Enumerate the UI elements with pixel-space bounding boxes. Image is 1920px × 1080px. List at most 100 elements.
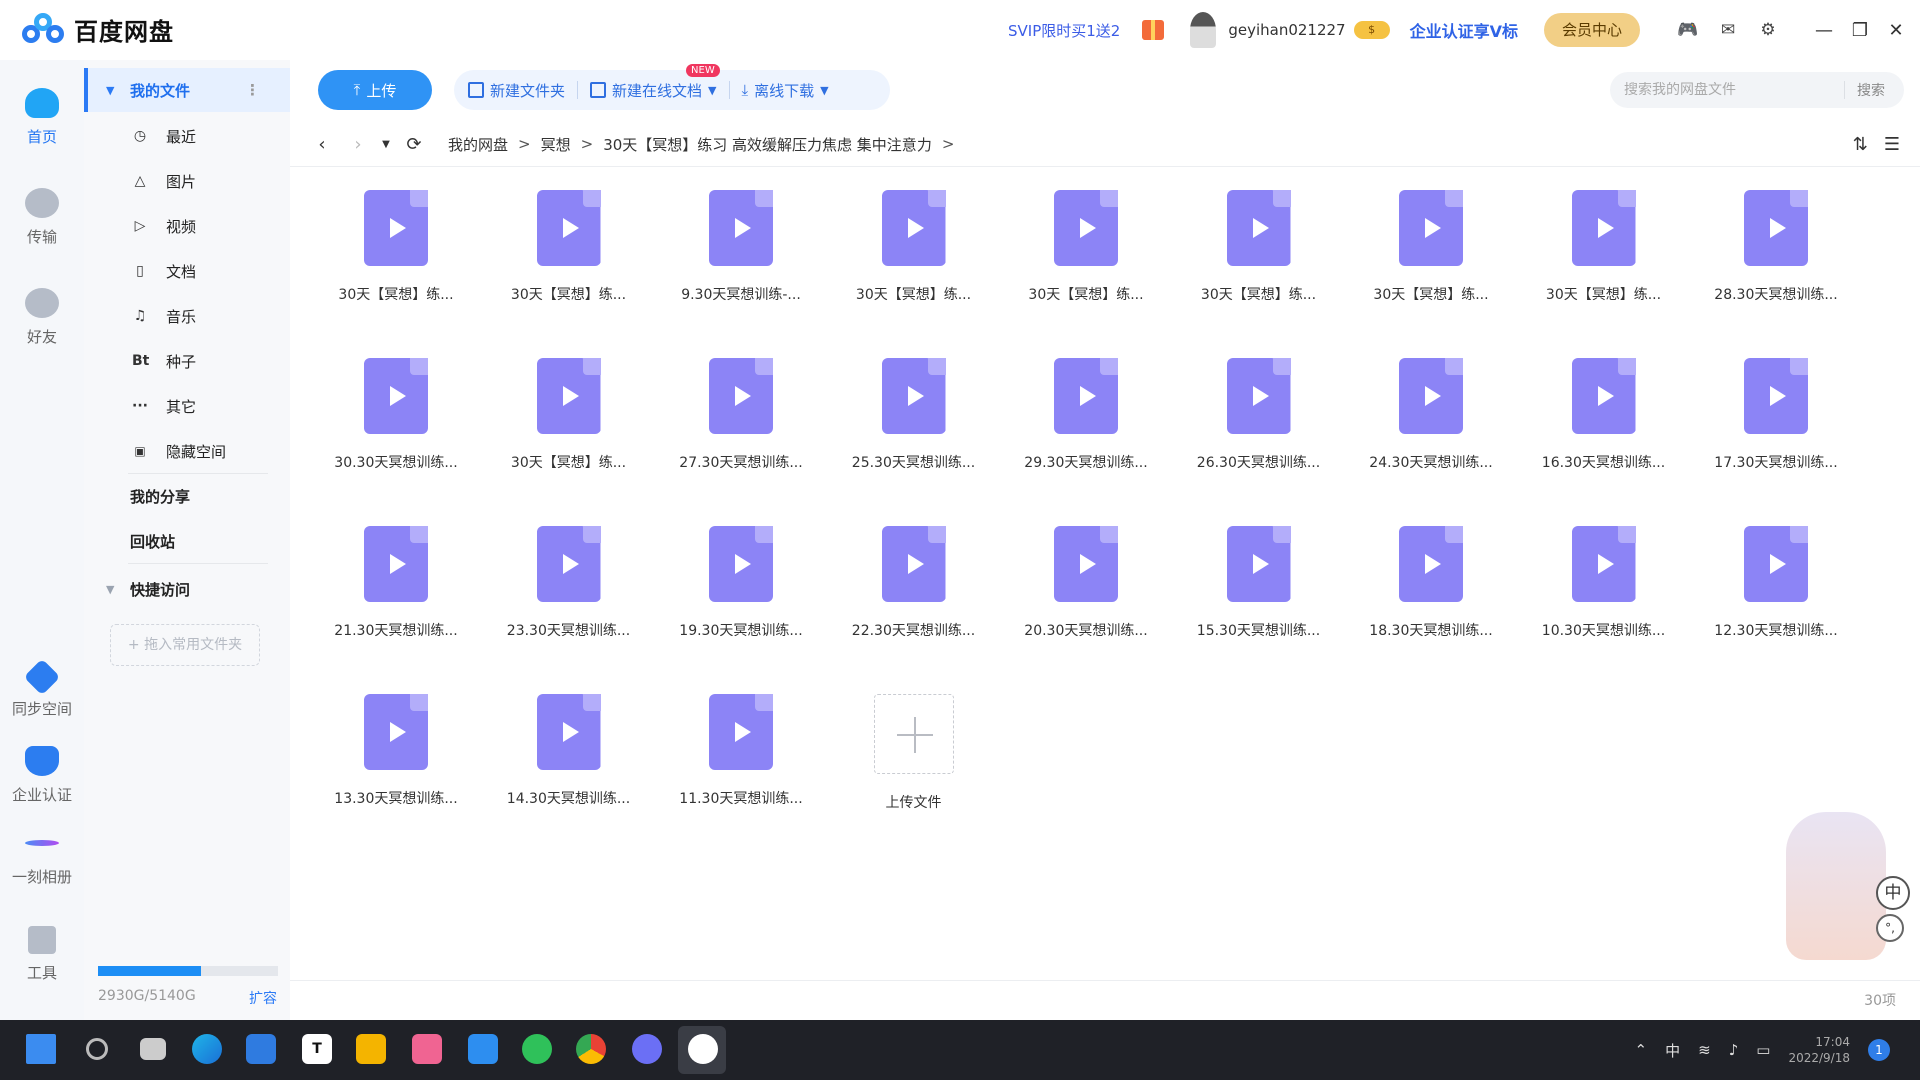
breadcrumb-separator[interactable]: > [942,135,955,153]
search-button[interactable]: 搜索 [1845,80,1885,100]
refresh-icon[interactable]: ⟳ [396,134,432,155]
sidebar-item-recycle-bin[interactable]: 回收站 [84,519,290,563]
sidebar-item-videos[interactable]: ▷ 视频 [84,204,290,248]
avatar[interactable] [1190,12,1217,48]
sidebar-item-images[interactable]: △ 图片 [84,159,290,203]
video-file-item[interactable]: 22.30天冥想训练... [836,526,992,666]
video-file-item[interactable]: 12.30天冥想训练... [1698,526,1854,666]
breadcrumb-item[interactable]: 30天【冥想】练习 高效缓解压力焦虑 集中注意力 [603,134,932,155]
new-folder-button[interactable]: 新建文件夹 [468,80,565,101]
video-file-item[interactable]: 30天【冥想】练... [1353,190,1509,330]
video-file-item[interactable]: 21.30天冥想训练... [318,526,474,666]
gift-icon[interactable] [1142,20,1165,40]
wifi-icon[interactable]: ≋ [1698,1041,1711,1059]
ime-language-badge[interactable]: 中 [1876,876,1910,910]
svip-promo-link[interactable]: SVIP限时买1送2 [1008,20,1120,41]
video-file-item[interactable]: 14.30天冥想训练... [491,694,647,834]
video-file-item[interactable]: 30天【冥想】练... [1008,190,1164,330]
sidebar-item-hidden-space[interactable]: ▣ 隐藏空间 [84,429,290,473]
video-file-item[interactable]: 30天【冥想】练... [1181,190,1337,330]
volume-icon[interactable]: ♪ [1729,1041,1739,1059]
offline-download-button[interactable]: ⤓ 离线下载 ▼ [742,80,829,101]
video-file-item[interactable]: 30.30天冥想训练... [318,358,474,498]
rail-item-tools[interactable]: 工具 [0,926,84,983]
video-file-item[interactable]: 13.30天冥想训练... [318,694,474,834]
sidebar-item-my-files[interactable]: ▼ 我的文件 ⋮ [84,68,290,112]
rail-item-friends[interactable]: 好友 [0,288,84,347]
close-window-button[interactable]: ✕ [1878,0,1914,60]
rail-item-transfer[interactable]: 传输 [0,188,84,247]
bilibili-icon[interactable] [412,1034,442,1064]
rail-item-sync-space[interactable]: 同步空间 [0,658,84,719]
history-dropdown-icon[interactable]: ▼ [376,139,396,150]
search-icon[interactable] [86,1038,108,1060]
video-file-item[interactable]: 16.30天冥想训练... [1526,358,1682,498]
breadcrumb-item[interactable]: 我的网盘 [448,134,508,155]
settings-gear-icon[interactable]: ⚙ [1748,0,1788,60]
video-file-item[interactable]: 24.30天冥想训练... [1353,358,1509,498]
sidebar-item-my-share[interactable]: 我的分享 [84,474,290,518]
notification-badge[interactable]: 1 [1868,1039,1890,1061]
video-file-item[interactable]: 18.30天冥想训练... [1353,526,1509,666]
video-file-item[interactable]: 30天【冥想】练... [836,190,992,330]
video-file-item[interactable]: 30天【冥想】练... [491,190,647,330]
video-file-item[interactable]: 17.30天冥想训练... [1698,358,1854,498]
baidu-netdisk-taskbar-icon[interactable] [688,1034,718,1064]
rail-item-album[interactable]: 一刻相册 [0,828,84,887]
task-view-icon[interactable] [140,1038,166,1060]
list-view-icon[interactable]: ☰ [1884,134,1900,155]
breadcrumb-item[interactable]: 冥想 [541,134,571,155]
restore-button[interactable]: ❐ [1842,0,1878,60]
new-online-doc-button[interactable]: 新建在线文档 ▼ NEW [590,63,720,101]
edge-browser-icon[interactable] [192,1034,222,1064]
video-file-item[interactable]: 30天【冥想】练... [491,358,647,498]
video-file-item[interactable]: 27.30天冥想训练... [663,358,819,498]
sidebar-item-other[interactable]: ··· 其它 [84,384,290,428]
store-icon[interactable] [246,1034,276,1064]
upload-file-tile[interactable]: 上传文件 [836,694,992,834]
video-file-item[interactable]: 9.30天冥想训练-... [663,190,819,330]
sort-icon[interactable]: ⇅ [1853,134,1868,155]
video-file-item[interactable]: 29.30天冥想训练... [1008,358,1164,498]
video-file-item[interactable]: 23.30天冥想训练... [491,526,647,666]
sidebar-item-documents[interactable]: ▯ 文档 [84,249,290,293]
caret-down-icon[interactable]: ▼ [106,583,116,596]
ime-mode-icon[interactable]: °, [1876,914,1904,942]
mail-icon[interactable]: ✉ [1708,0,1748,60]
video-file-item[interactable]: 11.30天冥想训练... [663,694,819,834]
video-file-item[interactable]: 26.30天冥想训练... [1181,358,1337,498]
upload-button[interactable]: ⤒ 上传 [318,70,432,110]
video-file-item[interactable]: 15.30天冥想训练... [1181,526,1337,666]
browser-app-icon[interactable] [632,1034,662,1064]
enterprise-cert-link[interactable]: 企业认证享V标 [1410,18,1518,42]
file-explorer-icon[interactable] [356,1034,386,1064]
search-input[interactable] [1610,82,1844,98]
windows-start-icon[interactable] [26,1034,56,1064]
more-options-icon[interactable]: ⋮ [245,81,260,99]
sidebar-item-music[interactable]: ♫ 音乐 [84,294,290,338]
chrome-icon[interactable] [576,1034,606,1064]
caret-down-icon[interactable]: ▼ [106,84,116,97]
forward-arrow-icon[interactable]: › [340,134,376,155]
video-file-item[interactable]: 20.30天冥想训练... [1008,526,1164,666]
video-file-item[interactable]: 30天【冥想】练... [318,190,474,330]
member-center-button[interactable]: 会员中心 [1544,13,1640,47]
video-file-item[interactable]: 28.30天冥想训练... [1698,190,1854,330]
username[interactable]: geyihan021227 [1228,21,1345,39]
sidebar-item-recent[interactable]: ◷ 最近 [84,114,290,158]
minimize-button[interactable]: — [1806,0,1842,60]
feishu-icon[interactable] [468,1034,498,1064]
video-file-item[interactable]: 30天【冥想】练... [1526,190,1682,330]
video-file-item[interactable]: 19.30天冥想训练... [663,526,819,666]
clock[interactable]: 17:04 2022/9/18 [1788,1034,1850,1066]
rail-item-home[interactable]: 首页 [0,88,84,147]
chevron-up-icon[interactable]: ⌃ [1635,1041,1648,1059]
mascot-widget[interactable] [1786,812,1886,960]
video-file-item[interactable]: 25.30天冥想训练... [836,358,992,498]
drop-favorite-folder-zone[interactable]: + 拖入常用文件夹 [110,624,260,666]
rail-item-enterprise-cert[interactable]: 企业认证 [0,746,84,805]
sidebar-item-torrents[interactable]: Bt 种子 [84,339,290,383]
wechat-icon[interactable] [522,1034,552,1064]
vip-level-badge[interactable]: $ [1353,21,1390,39]
expand-storage-link[interactable]: 扩容 [249,988,277,1008]
